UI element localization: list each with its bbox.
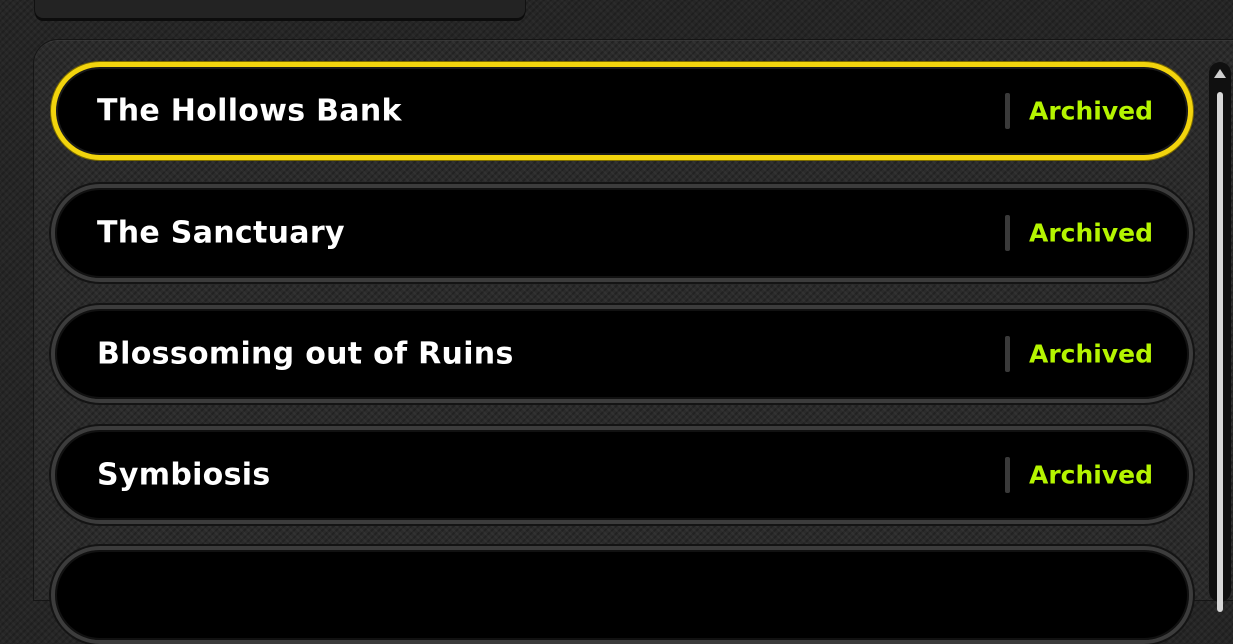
divider xyxy=(1005,93,1010,129)
status-label: Archived xyxy=(1029,218,1154,248)
scroll-thumb[interactable] xyxy=(1217,92,1223,612)
divider xyxy=(1005,457,1010,493)
entry-title: Blossoming out of Ruins xyxy=(97,336,514,372)
status-label: Archived xyxy=(1029,339,1154,369)
status-label: Archived xyxy=(1029,460,1154,490)
entry-title: The Sanctuary xyxy=(97,215,345,251)
list-item-the-hollows-bank[interactable]: The Hollows Bank Archived xyxy=(51,62,1193,160)
triangle-up-icon[interactable] xyxy=(1214,69,1226,78)
status-label: Archived xyxy=(1029,96,1154,126)
divider xyxy=(1005,215,1010,251)
top-tab-panel xyxy=(35,0,525,18)
list-item-blossoming-out-of-ruins[interactable]: Blossoming out of Ruins Archived xyxy=(51,305,1193,403)
entry-title: Symbiosis xyxy=(97,457,271,493)
divider xyxy=(1005,336,1010,372)
entry-title: The Hollows Bank xyxy=(97,93,402,129)
scrollbar[interactable] xyxy=(1209,62,1231,612)
list-item-symbiosis[interactable]: Symbiosis Archived xyxy=(51,426,1193,524)
list-item-the-sanctuary[interactable]: The Sanctuary Archived xyxy=(51,184,1193,282)
list-item-partial[interactable] xyxy=(51,546,1193,644)
